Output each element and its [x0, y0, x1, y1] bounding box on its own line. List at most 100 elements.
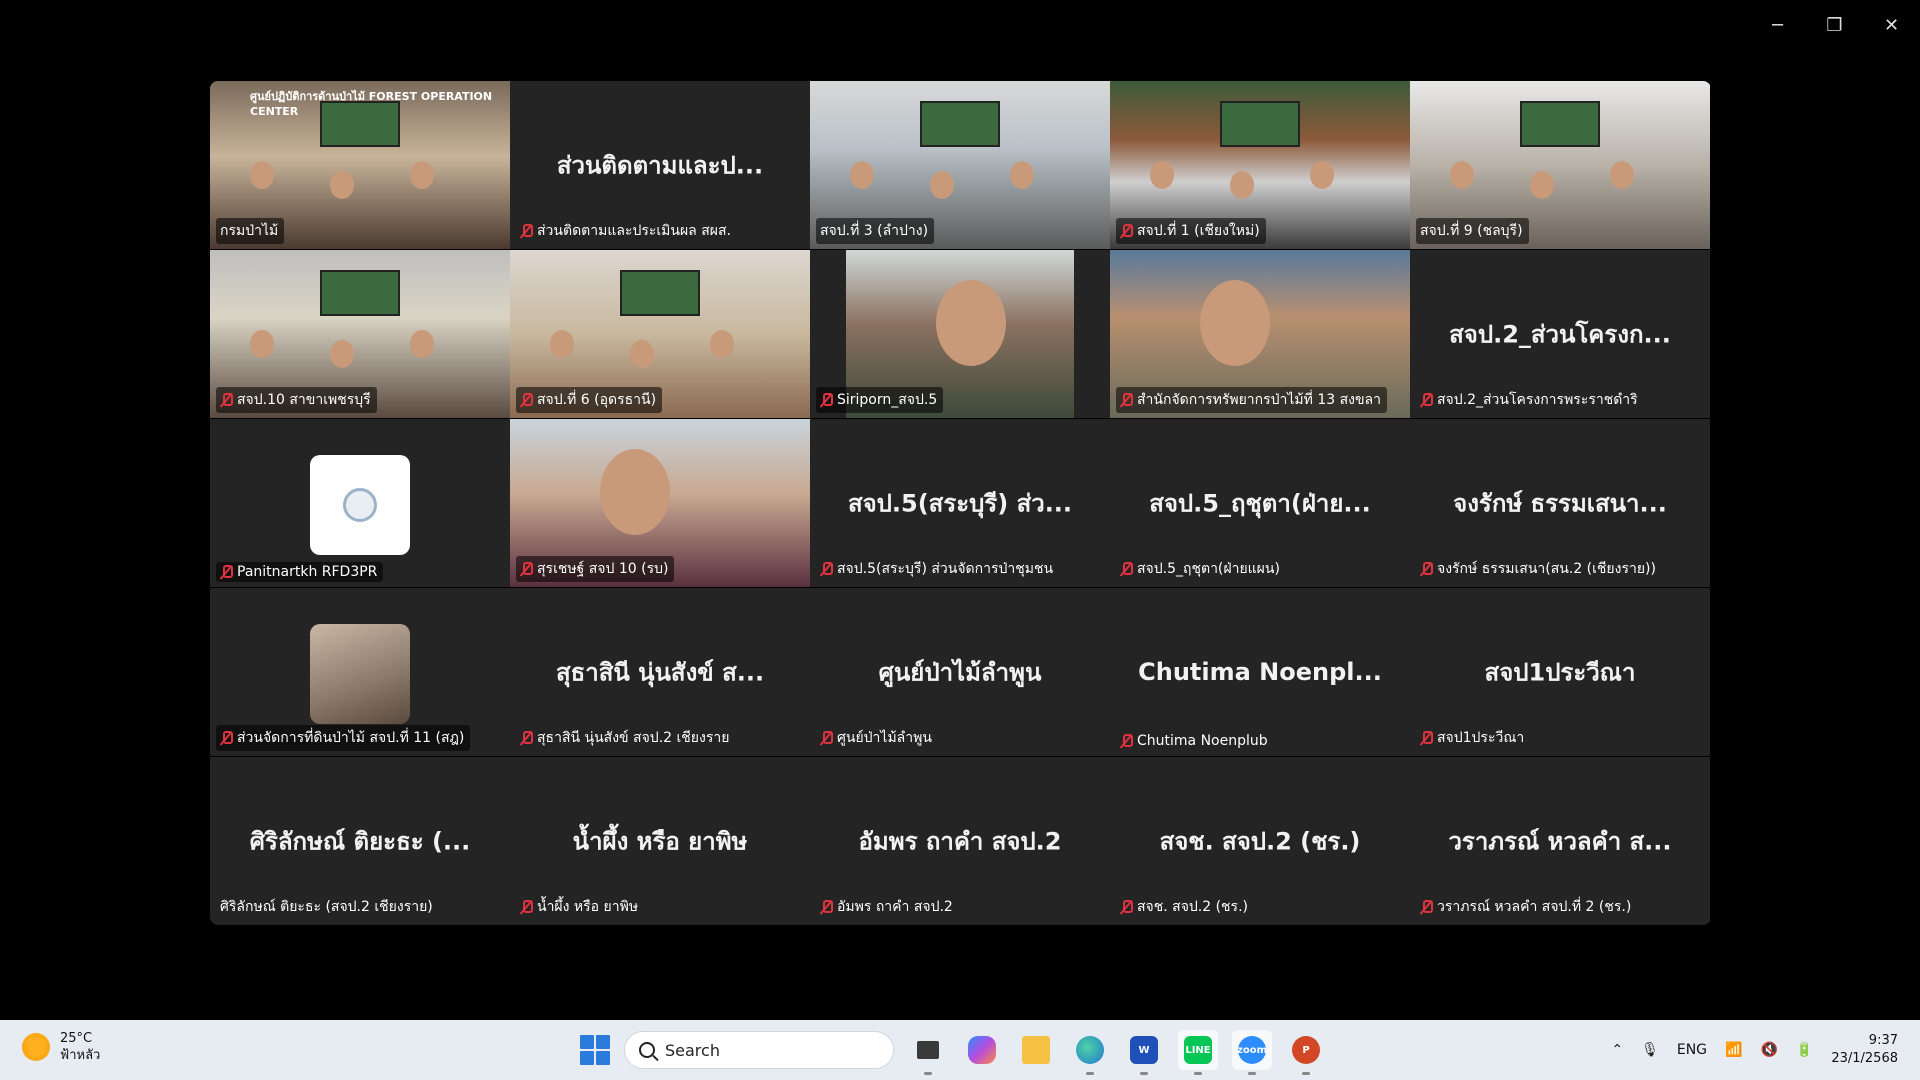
gallery-view: ศูนย์ปฏิบัติการด้านป่าไม้ FOREST OPERATI… [210, 81, 1711, 925]
participant-name: ส่วนติดตามและประเมินผล สผส. [537, 223, 731, 239]
weather-temp: 25°C [60, 1031, 93, 1046]
close-button[interactable]: ✕ [1863, 0, 1920, 50]
mic-muted-icon [520, 900, 533, 914]
participant-tile[interactable]: สจป.5_ฤชุตา(ฝ่าย... สจป.5_ฤชุตา(ฝ่ายแผน) [1110, 419, 1410, 587]
participant-face [936, 280, 1006, 366]
participant-tile[interactable]: ส่วนจัดการที่ดินป่าไม้ สจป.ที่ 11 (สฎ) [210, 588, 510, 756]
participant-tile[interactable]: น้ำผึ้ง หรือ ยาพิษ น้ำผึ้ง หรือ ยาพิษ [510, 757, 810, 925]
chevron-up-icon[interactable]: ⌃ [1611, 1042, 1623, 1058]
taskbar-search[interactable]: Search [624, 1031, 894, 1069]
participant-name-label: สุธาสินี นุ่นสังข์ สจป.2 เชียงราย [516, 725, 735, 751]
participant-figure [630, 340, 654, 368]
participant-tile[interactable]: Panitnartkh RFD3PR [210, 419, 510, 587]
mic-muted-icon [220, 393, 233, 407]
participant-tile[interactable]: วราภรณ์ หวลคำ ส... วราภรณ์ หวลคำ สจป.ที่ … [1410, 757, 1710, 925]
participant-tile[interactable]: สุธาสินี นุ่นสังข์ ส... สุธาสินี นุ่นสังข… [510, 588, 810, 756]
participant-name-label: ส่วนติดตามและประเมินผล สผส. [516, 218, 737, 244]
participant-tile[interactable]: ศูนย์ป่าไม้ลำพูน ศูนย์ป่าไม้ลำพูน [810, 588, 1110, 756]
zoom-button[interactable]: zoom [1232, 1030, 1272, 1075]
volume-muted-icon[interactable]: 🔇 [1760, 1042, 1777, 1058]
participant-name: สุรเชษฐ์ สจป 10 (รบ) [537, 561, 669, 577]
participant-name-label: ศูนย์ป่าไม้ลำพูน [816, 725, 938, 751]
participant-display-name: สจป.5(สระบุรี) ส่ว... [847, 489, 1073, 518]
clock[interactable]: 9:37 23/1/2568 [1831, 1032, 1898, 1068]
profile-avatar [310, 455, 410, 555]
participant-figure [330, 171, 354, 199]
participant-tile[interactable]: ศิริลักษณ์ ติยะธะ (... ศิริลักษณ์ ติยะธะ … [210, 757, 510, 925]
participant-name-label: จงรักษ์ ธรรมเสนา(สน.2 (เชียงราย)) [1416, 556, 1662, 582]
participant-tile[interactable]: Chutima Noenpl... Chutima Noenplub [1110, 588, 1410, 756]
participant-tile[interactable]: สจป1ประวีณา สจป1ประวีณา [1410, 588, 1710, 756]
participant-name-label: อัมพร ถาคำ สจป.2 [816, 894, 959, 920]
window-controls: ─ ❐ ✕ [1749, 0, 1920, 50]
participant-name: จงรักษ์ ธรรมเสนา(สน.2 (เชียงราย)) [1437, 561, 1656, 577]
mic-muted-icon [520, 731, 533, 745]
line-button[interactable]: LINE [1178, 1030, 1218, 1075]
participant-name: ศิริลักษณ์ ติยะธะ (สจป.2 เชียงราย) [220, 899, 433, 915]
participant-name-label: Chutima Noenplub [1116, 731, 1274, 751]
restore-button[interactable]: ❐ [1806, 0, 1863, 50]
mic-muted-icon [1420, 900, 1433, 914]
mic-muted-icon [820, 393, 833, 407]
mic-muted-icon [1120, 900, 1133, 914]
participant-tile[interactable]: สุรเชษฐ์ สจป 10 (รบ) [510, 419, 810, 587]
copilot-icon [968, 1036, 996, 1064]
meeting-room-screen [320, 270, 400, 316]
participant-tile[interactable]: สจป.5(สระบุรี) ส่ว... สจป.5(สระบุรี) ส่วน… [810, 419, 1110, 587]
taskview-button[interactable] [908, 1030, 948, 1075]
weather-desc: ฟ้าหลัว [60, 1048, 101, 1063]
minimize-button[interactable]: ─ [1749, 0, 1806, 50]
participant-figure [250, 161, 274, 189]
participant-name: Panitnartkh RFD3PR [237, 564, 378, 580]
participant-name-label: ส่วนจัดการที่ดินป่าไม้ สจป.ที่ 11 (สฎ) [216, 725, 471, 751]
participant-name: สุธาสินี นุ่นสังข์ สจป.2 เชียงราย [537, 730, 730, 746]
powerpoint-icon: P [1292, 1036, 1320, 1064]
microphone-icon[interactable]: 🎙 [1641, 1042, 1659, 1058]
participant-tile[interactable]: ส่วนติดตามและป... ส่วนติดตามและประเมินผล … [510, 81, 810, 249]
participant-tile[interactable]: สำนักจัดการทรัพยากรป่าไม้ที่ 13 สงขลา [1110, 250, 1410, 418]
participant-figure [410, 161, 434, 189]
participant-name: น้ำผึ้ง หรือ ยาพิษ [537, 899, 639, 915]
mic-muted-icon [1120, 562, 1133, 576]
word-button[interactable]: W [1124, 1030, 1164, 1075]
participant-figure [1610, 161, 1634, 189]
participant-name: สำนักจัดการทรัพยากรป่าไม้ที่ 13 สงขลา [1137, 392, 1381, 408]
taskview-icon [917, 1041, 939, 1059]
participant-name: อัมพร ถาคำ สจป.2 [837, 899, 953, 915]
participant-tile[interactable]: สจป.ที่ 1 (เชียงใหม่) [1110, 81, 1410, 249]
participant-tile[interactable]: สจช. สจป.2 (ชร.) สจช. สจป.2 (ชร.) [1110, 757, 1410, 925]
participant-tile[interactable]: สจป.10 สาขาเพชรบุรี [210, 250, 510, 418]
participant-tile[interactable]: สจป.ที่ 9 (ชลบุรี) [1410, 81, 1710, 249]
mic-muted-icon [1120, 734, 1133, 748]
edge-button[interactable] [1070, 1030, 1110, 1075]
weather-widget[interactable]: 25°C ฟ้าหลัว [22, 1030, 100, 1064]
participant-tile[interactable]: จงรักษ์ ธรรมเสนา... จงรักษ์ ธรรมเสนา(สน.2… [1410, 419, 1710, 587]
taskbar: 25°C ฟ้าหลัว Search W LINE zoom P ⌃ 🎙 EN… [0, 1020, 1920, 1080]
participant-tile[interactable]: สจป.ที่ 6 (อุดรธานี) [510, 250, 810, 418]
participant-tile[interactable]: Siriporn_สจป.5 [810, 250, 1110, 418]
participant-name-label: สจป.ที่ 6 (อุดรธานี) [516, 387, 663, 413]
participant-name: กรมป่าไม้ [220, 223, 279, 239]
participant-tile[interactable]: อัมพร ถาคำ สจป.2 อัมพร ถาคำ สจป.2 [810, 757, 1110, 925]
participant-tile[interactable]: ศูนย์ปฏิบัติการด้านป่าไม้ FOREST OPERATI… [210, 81, 510, 249]
participant-name-label: สจช. สจป.2 (ชร.) [1116, 894, 1254, 920]
participant-figure [1230, 171, 1254, 199]
participant-name: สจป.2_ส่วนโครงการพระราชดำริ [1437, 392, 1638, 408]
avatar-logo-icon [343, 488, 377, 522]
participant-tile[interactable]: สจป.ที่ 3 (ลำปาง) [810, 81, 1110, 249]
participant-name: Chutima Noenplub [1137, 733, 1268, 749]
battery-icon[interactable]: 🔋 [1796, 1042, 1813, 1058]
language-indicator[interactable]: ENG [1677, 1042, 1707, 1058]
line-icon: LINE [1184, 1036, 1212, 1064]
meeting-room-screen [920, 101, 1000, 147]
participant-name: สจป.ที่ 9 (ชลบุรี) [1420, 223, 1523, 239]
participant-name-label: สำนักจัดการทรัพยากรป่าไม้ที่ 13 สงขลา [1116, 387, 1387, 413]
word-icon: W [1130, 1036, 1158, 1064]
powerpoint-button[interactable]: P [1286, 1030, 1326, 1075]
wifi-icon[interactable]: 📶 [1725, 1042, 1742, 1058]
file-explorer-button[interactable] [1016, 1030, 1056, 1070]
copilot-button[interactable] [962, 1030, 1002, 1070]
meeting-room-screen [320, 101, 400, 147]
start-button[interactable] [580, 1035, 610, 1065]
participant-tile[interactable]: สจป.2_ส่วนโครงก... สจป.2_ส่วนโครงการพระรา… [1410, 250, 1710, 418]
